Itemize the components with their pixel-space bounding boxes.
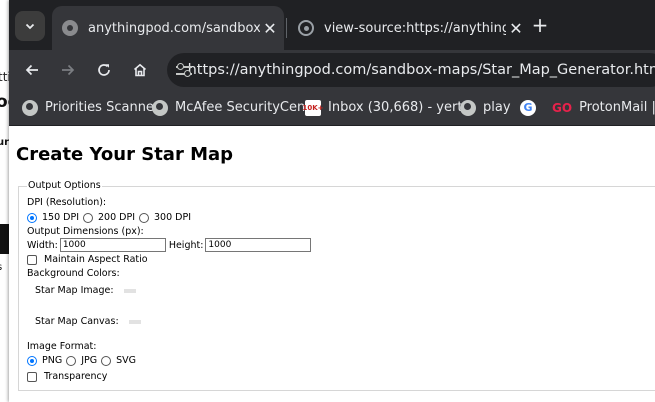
google-icon: G	[520, 99, 536, 116]
width-input[interactable]: 1000	[59, 238, 166, 252]
star-map-canvas-color-picker[interactable]	[128, 319, 141, 324]
star-map-canvas-label: Star Map Canvas:	[35, 316, 119, 327]
reload-icon	[98, 64, 110, 76]
globe-icon	[152, 99, 168, 116]
page-content: Create Your Star Map Output Options DPI …	[9, 126, 655, 402]
maintain-aspect-row: Maintain Aspect Ratio	[27, 254, 148, 265]
dpi-label: DPI (Resolution):	[27, 197, 107, 208]
forward-button[interactable]	[54, 56, 82, 84]
close-icon[interactable]: ✕	[260, 19, 280, 38]
bookmark-priorities-scanner[interactable]: Priorities Scanner	[22, 90, 159, 125]
navigation-toolbar: https://anythingpod.com/sandbox-maps/Sta…	[9, 50, 655, 90]
home-icon	[133, 63, 147, 77]
dpi-200-radio[interactable]	[83, 212, 93, 223]
gmail-icon: 10K+	[302, 99, 324, 116]
bookmark-google[interactable]: G	[520, 90, 543, 125]
bookmark-mcafee[interactable]: McAfee SecurityCen...	[152, 90, 318, 125]
tab-separator	[286, 18, 287, 38]
background-colors-label: Background Colors:	[27, 268, 120, 279]
tab-search-button[interactable]	[15, 11, 45, 41]
height-label: Height:	[168, 239, 204, 251]
transparency-row: Transparency	[27, 371, 107, 382]
transparency-label: Transparency	[44, 371, 108, 382]
bookmark-label: Inbox (30,668) - yert...	[328, 100, 475, 115]
browser-window: anythingpod.com/sandbox-maps ✕ view-sour…	[9, 0, 655, 402]
transparency-checkbox[interactable]	[27, 371, 37, 382]
globe-icon	[22, 99, 38, 116]
tab-title: view-source:https://anythingpod	[324, 20, 506, 36]
bookmarks-bar: Priorities Scanner McAfee SecurityCen...…	[9, 90, 655, 126]
back-button[interactable]	[18, 56, 46, 84]
dpi-option-label: 300 DPI	[154, 212, 191, 223]
bookmark-label: ProtonMail | Inc	[579, 100, 655, 115]
chevron-down-icon	[25, 23, 35, 30]
tab-anythingpod[interactable]: anythingpod.com/sandbox-maps ✕	[52, 6, 284, 50]
width-label: Width:	[27, 239, 58, 251]
format-svg-radio[interactable]	[101, 355, 112, 366]
format-png-radio[interactable]	[27, 355, 37, 366]
proton-icon: GO	[552, 100, 573, 115]
bookmark-play[interactable]: play	[460, 90, 511, 125]
dpi-option-label: 150 DPI	[42, 212, 79, 223]
close-icon[interactable]: ✕	[506, 19, 526, 38]
globe-icon	[298, 20, 314, 36]
dpi-option-label: 200 DPI	[98, 212, 135, 223]
reload-button[interactable]	[90, 56, 118, 84]
tab-view-source[interactable]: view-source:https://anythingpod ✕	[288, 6, 530, 50]
maintain-aspect-checkbox[interactable]	[27, 254, 37, 265]
image-format-label: Image Format:	[27, 341, 97, 352]
format-option-label: SVG	[116, 355, 136, 366]
dpi-300-radio[interactable]	[139, 212, 149, 223]
star-map-image-label: Star Map Image:	[35, 285, 114, 296]
star-map-image-color-picker[interactable]	[123, 288, 136, 293]
maintain-aspect-label: Maintain Aspect Ratio	[44, 254, 148, 265]
background-text: ur	[0, 137, 10, 148]
globe-icon	[62, 20, 78, 36]
url-text: https://anythingpod.com/sandbox-maps/Sta…	[187, 62, 655, 78]
bookmark-inbox[interactable]: 10K+ Inbox (30,668) - yert...	[302, 90, 475, 125]
dimensions-row: Width: 1000 Height: 1000	[27, 238, 314, 252]
home-button[interactable]	[126, 56, 154, 84]
format-option-label: JPG	[81, 355, 98, 366]
bookmark-label: play	[483, 100, 511, 115]
dpi-radio-group: 150 DPI 200 DPI 300 DPI	[27, 212, 191, 223]
output-options-fieldset: Output Options DPI (Resolution): 150 DPI…	[18, 180, 655, 391]
star-map-image-row: Star Map Image:	[35, 285, 136, 296]
address-bar[interactable]: https://anythingpod.com/sandbox-maps/Sta…	[167, 53, 655, 87]
bookmark-label: Priorities Scanner	[45, 100, 160, 115]
page-title: Create Your Star Map	[16, 144, 234, 165]
bookmark-label: McAfee SecurityCen...	[175, 100, 318, 115]
dimensions-label: Output Dimensions (px):	[27, 226, 144, 237]
arrow-left-icon	[25, 64, 38, 76]
new-tab-button[interactable]: +	[528, 13, 552, 37]
site-info-icon[interactable]	[176, 63, 192, 77]
tab-strip: anythingpod.com/sandbox-maps ✕ view-sour…	[9, 0, 655, 50]
globe-icon	[460, 99, 476, 116]
height-input[interactable]: 1000	[205, 238, 312, 252]
format-option-label: PNG	[42, 355, 63, 366]
format-jpg-radio[interactable]	[66, 355, 77, 366]
arrow-right-icon	[62, 64, 75, 76]
tab-title: anythingpod.com/sandbox-maps	[88, 20, 260, 36]
format-radio-group: PNG JPG SVG	[27, 355, 136, 366]
background-text: s	[0, 262, 2, 273]
star-map-canvas-row: Star Map Canvas:	[35, 316, 141, 327]
bookmark-protonmail[interactable]: GO ProtonMail | Inc	[552, 90, 655, 125]
dpi-150-radio[interactable]	[27, 212, 37, 223]
fieldset-legend: Output Options	[27, 180, 102, 191]
